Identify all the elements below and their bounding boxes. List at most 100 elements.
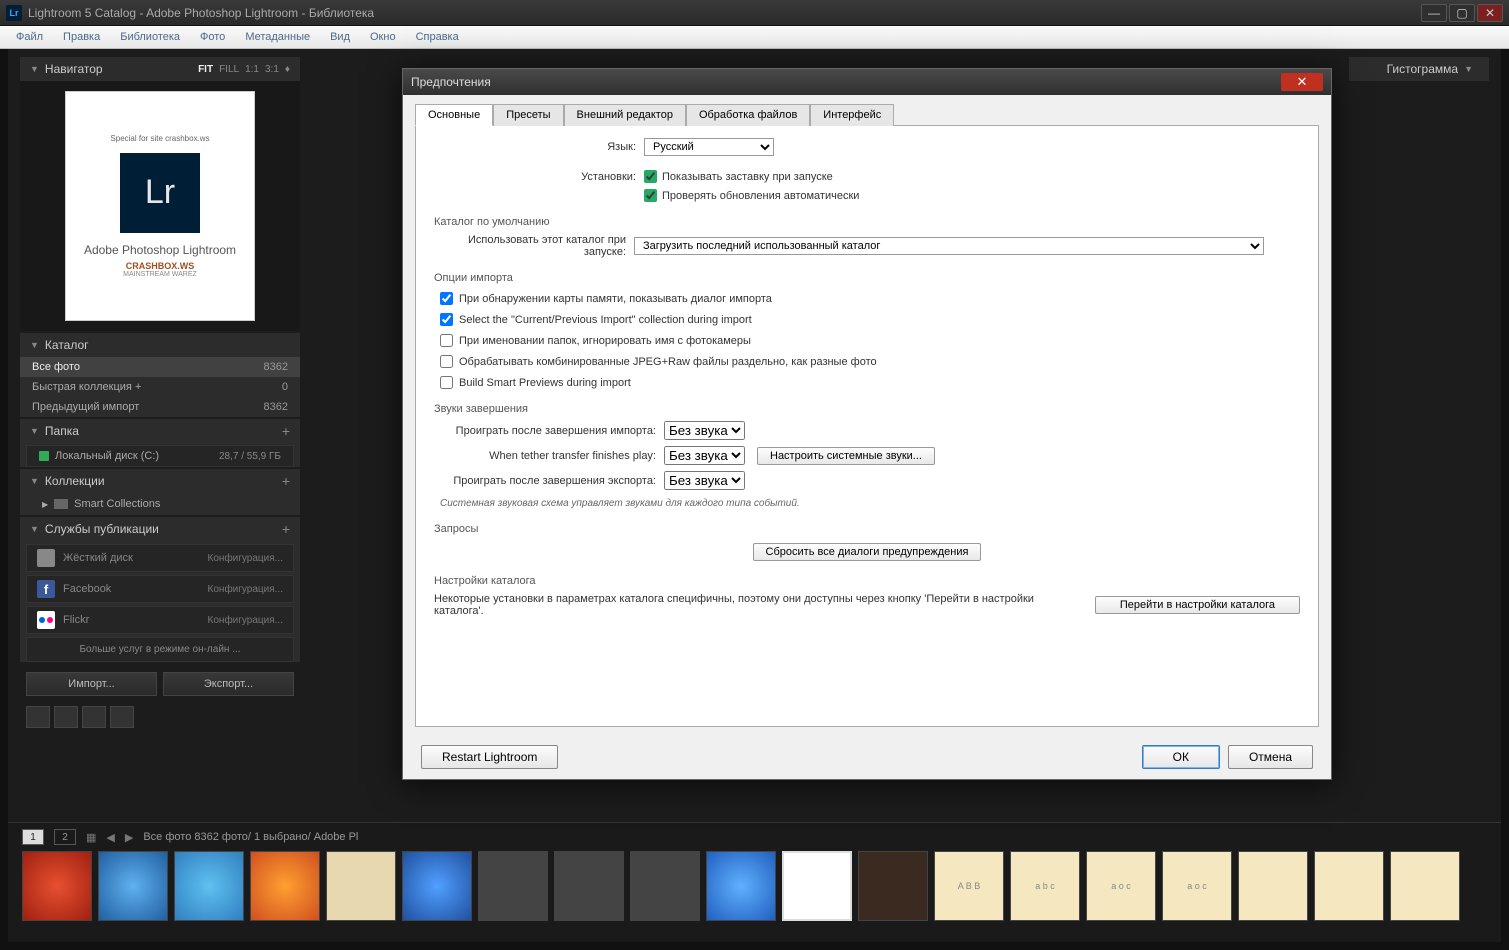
zoom-1-1[interactable]: 1:1 [245, 64, 259, 75]
thumbnail[interactable] [1314, 851, 1384, 921]
import-option-row[interactable]: Обрабатывать комбинированные JPEG+Raw фа… [440, 355, 1300, 368]
thumbnail[interactable] [706, 851, 776, 921]
loupe-view-icon[interactable] [54, 706, 78, 728]
zoom-fit[interactable]: FIT [198, 64, 213, 75]
monitor-2-button[interactable]: 2 [54, 829, 76, 845]
filmstrip[interactable]: A B B a b c a o c a o c [8, 851, 1501, 937]
dialog-close-button[interactable]: ✕ [1281, 73, 1323, 91]
tab-interface[interactable]: Интерфейс [810, 104, 894, 126]
compare-view-icon[interactable] [82, 706, 106, 728]
menu-edit[interactable]: Правка [55, 29, 108, 45]
grid-view-icon[interactable] [26, 706, 50, 728]
publish-config[interactable]: Конфигурация... [208, 553, 283, 564]
thumbnail[interactable] [174, 851, 244, 921]
import-option-row[interactable]: При обнаружении карты памяти, показывать… [440, 292, 1300, 305]
grid-icon[interactable]: ▦ [86, 831, 96, 844]
publish-more-online[interactable]: Больше услуг в режиме он-лайн ... [26, 637, 294, 662]
zoom-menu-icon[interactable]: ♦ [285, 64, 290, 75]
import-option-row[interactable]: Build Smart Previews during import [440, 376, 1300, 389]
restart-lightroom-button[interactable]: Restart Lightroom [421, 745, 558, 769]
catalog-previous-import[interactable]: Предыдущий импорт 8362 [20, 397, 300, 417]
publish-harddrive[interactable]: Жёсткий диск Конфигурация... [26, 544, 294, 572]
menu-view[interactable]: Вид [322, 29, 358, 45]
collections-header[interactable]: ▼ Коллекции + [20, 469, 300, 493]
import-option-checkbox[interactable] [440, 313, 453, 326]
tab-file-handling[interactable]: Обработка файлов [686, 104, 810, 126]
import-option-checkbox[interactable] [440, 334, 453, 347]
folder-drive-c[interactable]: Локальный диск (C:) 28,7 / 55,9 ГБ [26, 445, 294, 467]
publish-config[interactable]: Конфигурация... [208, 584, 283, 595]
menu-help[interactable]: Справка [408, 29, 467, 45]
thumbnail[interactable]: a o c [1086, 851, 1156, 921]
auto-update-checkbox[interactable] [644, 189, 657, 202]
import-option-checkbox[interactable] [440, 376, 453, 389]
folder-name: Локальный диск (C:) [55, 450, 159, 462]
thumbnail[interactable] [782, 851, 852, 921]
add-collection-icon[interactable]: + [282, 473, 290, 489]
navigator-preview[interactable]: Special for site crashbox.ws Lr Adobe Ph… [20, 81, 300, 331]
menu-file[interactable]: Файл [8, 29, 51, 45]
maximize-button[interactable]: ▢ [1449, 4, 1475, 22]
add-publish-icon[interactable]: + [282, 521, 290, 537]
menu-library[interactable]: Библиотека [112, 29, 188, 45]
thumbnail[interactable] [478, 851, 548, 921]
tab-general[interactable]: Основные [415, 104, 493, 126]
add-folder-icon[interactable]: + [282, 423, 290, 439]
import-option-checkbox[interactable] [440, 292, 453, 305]
goto-catalog-settings-button[interactable]: Перейти в настройки каталога [1095, 596, 1300, 614]
default-catalog-select[interactable]: Загрузить последний использованный катал… [634, 237, 1264, 255]
publish-header[interactable]: ▼ Службы публикации + [20, 517, 300, 541]
catalog-quick-collection[interactable]: Быстрая коллекция + 0 [20, 377, 300, 397]
import-option-row[interactable]: Select the "Current/Previous Import" col… [440, 313, 1300, 326]
chevron-left-icon[interactable]: ◀ [106, 831, 114, 844]
zoom-3-1[interactable]: 3:1 [265, 64, 279, 75]
monitor-1-button[interactable]: 1 [22, 829, 44, 845]
menu-metadata[interactable]: Метаданные [237, 29, 318, 45]
thumbnail[interactable]: A B B [934, 851, 1004, 921]
histogram-header[interactable]: Гистограмма ▼ [1349, 57, 1489, 81]
publish-config[interactable]: Конфигурация... [208, 615, 283, 626]
language-select[interactable]: Русский [644, 138, 774, 156]
navigator-header[interactable]: ▼ Навигатор FIT FILL 1:1 3:1 ♦ [20, 57, 300, 81]
smart-collections[interactable]: ▶ Smart Collections [20, 493, 300, 515]
sound-tether-select[interactable]: Без звука [664, 446, 745, 465]
import-option-row[interactable]: При именовании папок, игнорировать имя с… [440, 334, 1300, 347]
thumbnail[interactable] [402, 851, 472, 921]
zoom-fill[interactable]: FILL [219, 64, 239, 75]
thumbnail[interactable] [554, 851, 624, 921]
thumbnail[interactable] [250, 851, 320, 921]
show-splash-checkbox[interactable] [644, 170, 657, 183]
thumbnail[interactable] [1238, 851, 1308, 921]
tab-external-editor[interactable]: Внешний редактор [564, 104, 686, 126]
folders-header[interactable]: ▼ Папка + [20, 419, 300, 443]
sound-export-select[interactable]: Без звука [664, 471, 745, 490]
import-option-checkbox[interactable] [440, 355, 453, 368]
survey-view-icon[interactable] [110, 706, 134, 728]
thumbnail[interactable]: a b c [1010, 851, 1080, 921]
close-button[interactable]: ✕ [1477, 4, 1503, 22]
ok-button[interactable]: ОК [1142, 745, 1220, 769]
tab-presets[interactable]: Пресеты [493, 104, 563, 126]
drive-status-icon [39, 451, 49, 461]
publish-flickr[interactable]: Flickr Конфигурация... [26, 606, 294, 634]
sound-import-select[interactable]: Без звука [664, 421, 745, 440]
thumbnail[interactable]: a o c [1162, 851, 1232, 921]
thumbnail[interactable] [1390, 851, 1460, 921]
thumbnail[interactable] [630, 851, 700, 921]
menu-window[interactable]: Окно [362, 29, 404, 45]
thumbnail[interactable] [98, 851, 168, 921]
publish-facebook[interactable]: f Facebook Конфигурация... [26, 575, 294, 603]
catalog-all-photos[interactable]: Все фото 8362 [20, 357, 300, 377]
export-button[interactable]: Экспорт... [163, 672, 294, 696]
catalog-header[interactable]: ▼ Каталог [20, 333, 300, 357]
thumbnail[interactable] [22, 851, 92, 921]
chevron-right-icon[interactable]: ▶ [125, 831, 133, 844]
menu-photo[interactable]: Фото [192, 29, 233, 45]
import-button[interactable]: Импорт... [26, 672, 157, 696]
reset-prompts-button[interactable]: Сбросить все диалоги предупреждения [753, 543, 982, 561]
thumbnail[interactable] [326, 851, 396, 921]
minimize-button[interactable]: — [1421, 4, 1447, 22]
thumbnail[interactable] [858, 851, 928, 921]
system-sounds-button[interactable]: Настроить системные звуки... [757, 447, 935, 465]
cancel-button[interactable]: Отмена [1228, 745, 1313, 769]
